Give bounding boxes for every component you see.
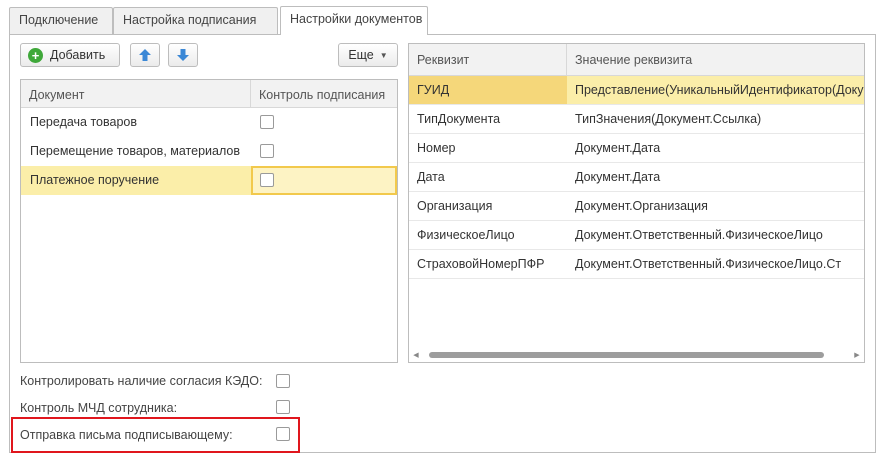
requisite-value-cell: Документ.Организация: [575, 199, 708, 213]
requisite-value-cell: Документ.Ответственный.ФизическоеЛицо.Ст: [575, 257, 842, 271]
requisite-cell: Номер: [417, 141, 456, 155]
table-row-selected[interactable]: Платежное поручение: [21, 166, 397, 195]
move-down-button[interactable]: [168, 43, 198, 67]
documents-table: Документ Контроль подписания Передача то…: [20, 79, 398, 363]
arrow-up-icon: [139, 49, 151, 61]
requisites-table: Реквизит Значение реквизита ГУИД Предста…: [408, 43, 865, 363]
signing-control-checkbox[interactable]: [260, 173, 274, 187]
table-row[interactable]: Передача товаров: [21, 108, 397, 137]
document-cell: Передача товаров: [30, 115, 138, 129]
column-header-requisite-value[interactable]: Значение реквизита: [567, 44, 864, 75]
more-button[interactable]: Еще ▼: [338, 43, 398, 67]
option-mchd-control-label: Контроль МЧД сотрудника:: [20, 401, 178, 415]
scrollbar-thumb[interactable]: [429, 352, 824, 358]
signing-control-checkbox[interactable]: [260, 115, 274, 129]
requisite-cell: СтраховойНомерПФР: [417, 257, 545, 271]
table-row[interactable]: Организация Документ.Организация: [409, 192, 864, 221]
requisite-cell: Дата: [417, 170, 445, 184]
column-header-requisite[interactable]: Реквизит: [409, 44, 567, 75]
requisite-value-cell: Документ.Дата: [575, 170, 661, 184]
option-kedo-consent-checkbox[interactable]: [276, 374, 290, 388]
requisite-value-cell: Документ.Дата: [575, 141, 661, 155]
table-row[interactable]: Номер Документ.Дата: [409, 134, 864, 163]
signing-control-cell: [251, 166, 397, 195]
requisite-value-cell: ТипЗначения(Документ.Ссылка): [575, 112, 762, 126]
requisite-cell: Организация: [417, 199, 493, 213]
option-kedo-consent-label: Контролировать наличие согласия КЭДО:: [20, 374, 263, 388]
option-mchd-control-checkbox[interactable]: [276, 400, 290, 414]
arrow-down-icon: [177, 49, 189, 61]
plus-icon: +: [28, 47, 43, 63]
requisite-value-cell: Документ.Ответственный.ФизическоеЛицо: [575, 228, 823, 242]
add-button-label: Добавить: [50, 48, 106, 62]
tab-document-settings[interactable]: Настройки документов: [280, 6, 428, 35]
signing-control-checkbox[interactable]: [260, 144, 274, 158]
tab-signing-settings[interactable]: Настройка подписания: [113, 7, 278, 34]
move-up-button[interactable]: [130, 43, 160, 67]
scrollbar-track[interactable]: [423, 351, 850, 359]
requisite-cell: ГУИД: [409, 76, 567, 104]
table-row[interactable]: Дата Документ.Дата: [409, 163, 864, 192]
requisite-cell: ТипДокумента: [417, 112, 501, 126]
more-button-label: Еще: [348, 48, 374, 62]
table-row[interactable]: Перемещение товаров, материалов: [21, 137, 397, 166]
table-row[interactable]: ФизическоеЛицо Документ.Ответственный.Фи…: [409, 221, 864, 250]
add-button[interactable]: + Добавить: [20, 43, 120, 67]
documents-table-header: Документ Контроль подписания: [21, 80, 397, 108]
scroll-left-icon[interactable]: ◀: [409, 351, 423, 359]
table-row[interactable]: ТипДокумента ТипЗначения(Документ.Ссылка…: [409, 105, 864, 134]
chevron-down-icon: ▼: [379, 50, 388, 60]
tab-connection[interactable]: Подключение: [9, 7, 113, 34]
scroll-right-icon[interactable]: ▶: [850, 351, 864, 359]
requisite-cell: ФизическоеЛицо: [417, 228, 515, 242]
signing-control-cell: [251, 108, 397, 137]
requisites-table-header: Реквизит Значение реквизита: [409, 44, 864, 76]
column-header-document[interactable]: Документ: [21, 80, 251, 107]
option-send-email-label: Отправка письма подписывающему:: [20, 428, 233, 442]
option-send-email-checkbox[interactable]: [276, 427, 290, 441]
document-cell: Перемещение товаров, материалов: [30, 144, 240, 158]
document-cell: Платежное поручение: [30, 173, 160, 187]
column-header-signing-control[interactable]: Контроль подписания: [251, 80, 397, 107]
table-row[interactable]: СтраховойНомерПФР Документ.Ответственный…: [409, 250, 864, 279]
table-row-selected[interactable]: ГУИД Представление(УникальныйИдентификат…: [409, 76, 864, 105]
signing-control-cell: [251, 137, 397, 166]
horizontal-scrollbar[interactable]: ◀ ▶: [409, 348, 864, 362]
requisite-value-cell: Представление(УникальныйИдентификатор(До…: [575, 83, 864, 97]
